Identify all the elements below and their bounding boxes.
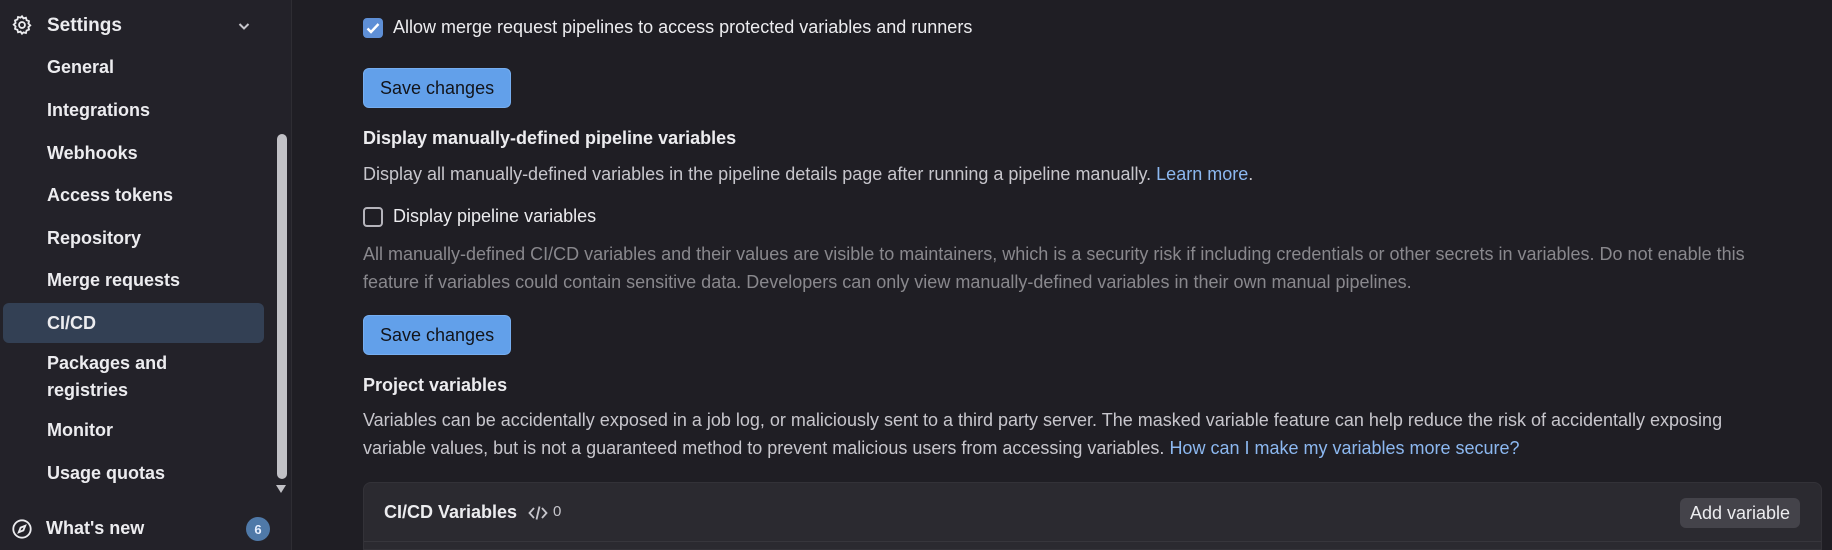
variables-count: 0 [553,503,562,520]
learn-more-suffix: . [1248,164,1254,184]
mr-pipelines-checkbox-label[interactable]: Allow merge request pipelines to access … [393,17,972,38]
display-vars-description: Display all manually-defined variables i… [363,160,1253,188]
project-variables-desc-text: variable values, but is not a guaranteed… [363,438,1165,458]
mr-pipelines-checkbox[interactable] [363,18,383,38]
display-vars-heading: Display manually-defined pipeline variab… [363,128,737,148]
checkmark-icon [366,23,380,34]
sidebar-item-label: Integrations [47,99,151,120]
sidebar-item-label: Access tokens [47,184,174,205]
whats-new-badge: 6 [246,517,270,541]
display-vars-help-line1: All manually-defined CI/CD variables and… [363,244,1745,264]
sidebar-item-label: Webhooks [47,142,138,163]
settings-section-header[interactable]: Settings [0,8,270,42]
code-icon [528,506,548,520]
compass-icon [12,519,32,539]
whats-new-label: What's new [46,518,145,538]
save-changes-button-2[interactable]: Save changes [363,315,512,355]
display-pipeline-variables-checkbox[interactable] [363,207,383,227]
save-changes-button[interactable]: Save changes [363,68,512,108]
sidebar-item-label: Merge requests [47,269,181,290]
sidebar-item-merge-requests[interactable]: Merge requests [3,266,264,294]
secure-variables-link[interactable]: How can I make my variables more secure? [1169,438,1519,458]
sidebar-item-label: Repository [47,227,142,248]
add-variable-button[interactable]: Add variable [1680,498,1801,528]
learn-more-link[interactable]: Learn more [1156,164,1248,184]
project-variables-desc-line2: variable values, but is not a guaranteed… [363,434,1520,462]
sidebar-item-label: Packages and registries [47,353,168,400]
sidebar-scrollbar-thumb[interactable] [277,134,287,479]
sidebar-item-monitor[interactable]: Monitor [3,416,264,444]
project-variables-desc-line1: Variables can be accidentally exposed in… [363,410,1723,430]
sidebar-item-packages-registries[interactable]: Packages and registries [3,349,233,405]
sidebar-item-general[interactable]: General [3,53,264,81]
display-vars-description-text: Display all manually-defined variables i… [363,164,1152,184]
sidebar-item-repository[interactable]: Repository [3,224,264,252]
sidebar-item-access-tokens[interactable]: Access tokens [3,181,264,209]
sidebar-item-integrations[interactable]: Integrations [3,96,264,124]
chevron-down-icon[interactable] [236,18,252,34]
whats-new-link[interactable]: What's new 6 [0,514,280,544]
display-vars-help-line2: feature if variables could contain sensi… [363,272,1412,292]
panel-divider [364,541,1821,542]
cicd-variables-panel: CI/CD Variables 0 Add variable [363,482,1822,550]
settings-title: Settings [47,15,122,36]
scroll-down-arrow-icon[interactable] [275,484,287,494]
gear-icon [12,14,32,36]
sidebar-item-label: Monitor [47,419,113,440]
sidebar-item-label: Usage quotas [47,462,166,483]
sidebar-item-cicd[interactable]: CI/CD [3,303,264,343]
display-pipeline-variables-label[interactable]: Display pipeline variables [393,206,596,227]
sidebar-item-label: CI/CD [47,312,96,333]
sidebar-item-label: General [47,56,115,77]
sidebar-item-webhooks[interactable]: Webhooks [3,139,264,167]
sidebar-item-usage-quotas[interactable]: Usage quotas [3,459,264,487]
sidebar: Settings General Integrations Webhooks A… [0,0,292,550]
cicd-variables-title: CI/CD Variables [384,502,518,522]
project-variables-heading: Project variables [363,375,508,395]
main-scrollbar[interactable] [1820,0,1832,550]
